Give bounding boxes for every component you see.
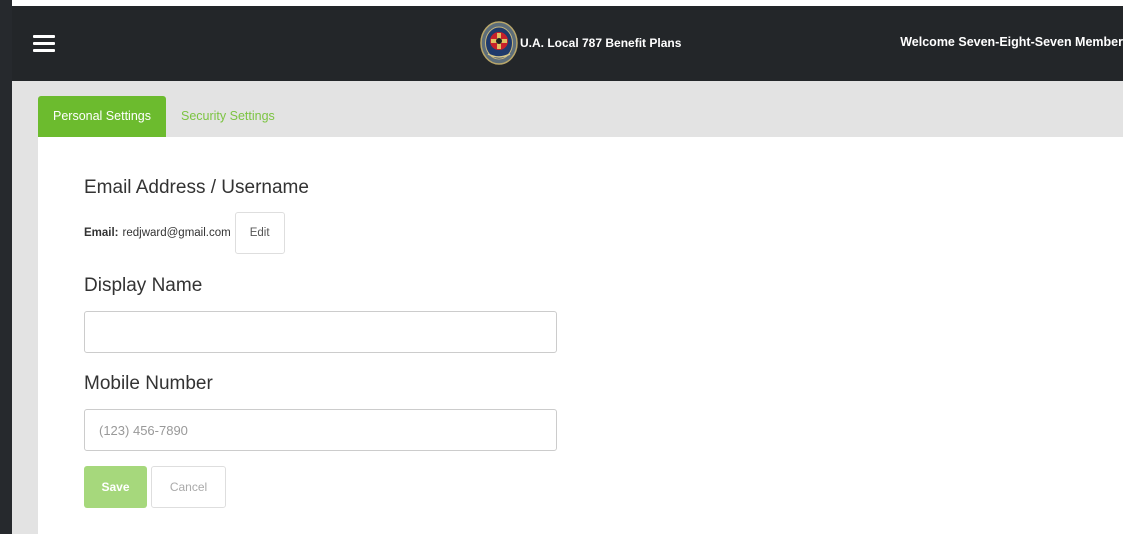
email-label: Email:: [84, 227, 119, 239]
union-seal-logo-icon: [480, 21, 518, 65]
brand[interactable]: U.A. Local 787 Benefit Plans: [479, 20, 681, 66]
welcome-message: Welcome Seven-Eight-Seven Member: [900, 35, 1123, 49]
edit-email-button[interactable]: Edit: [234, 212, 285, 254]
mobile-number-section-title: Mobile Number: [84, 373, 213, 394]
settings-tabs: Personal Settings Security Settings: [38, 96, 290, 137]
save-button[interactable]: Save: [84, 466, 147, 508]
hamburger-menu-icon[interactable]: [33, 35, 55, 53]
form-actions: Save Cancel: [84, 466, 226, 508]
email-section-title: Email Address / Username: [84, 177, 309, 198]
top-navigation-bar: U.A. Local 787 Benefit Plans Welcome Sev…: [12, 6, 1123, 81]
email-value: redjward@gmail.com: [122, 227, 231, 239]
display-name-section-title: Display Name: [84, 275, 203, 296]
mobile-number-input[interactable]: [84, 409, 557, 451]
left-edge-strip: [0, 0, 12, 534]
email-row: Email: redjward@gmail.com Edit: [84, 212, 285, 254]
tab-security-settings[interactable]: Security Settings: [166, 96, 290, 137]
cancel-button[interactable]: Cancel: [151, 466, 226, 508]
brand-name: U.A. Local 787 Benefit Plans: [520, 36, 682, 50]
tab-personal-settings[interactable]: Personal Settings: [38, 96, 166, 137]
display-name-input[interactable]: [84, 311, 557, 353]
settings-page: U.A. Local 787 Benefit Plans Welcome Sev…: [0, 0, 1123, 534]
